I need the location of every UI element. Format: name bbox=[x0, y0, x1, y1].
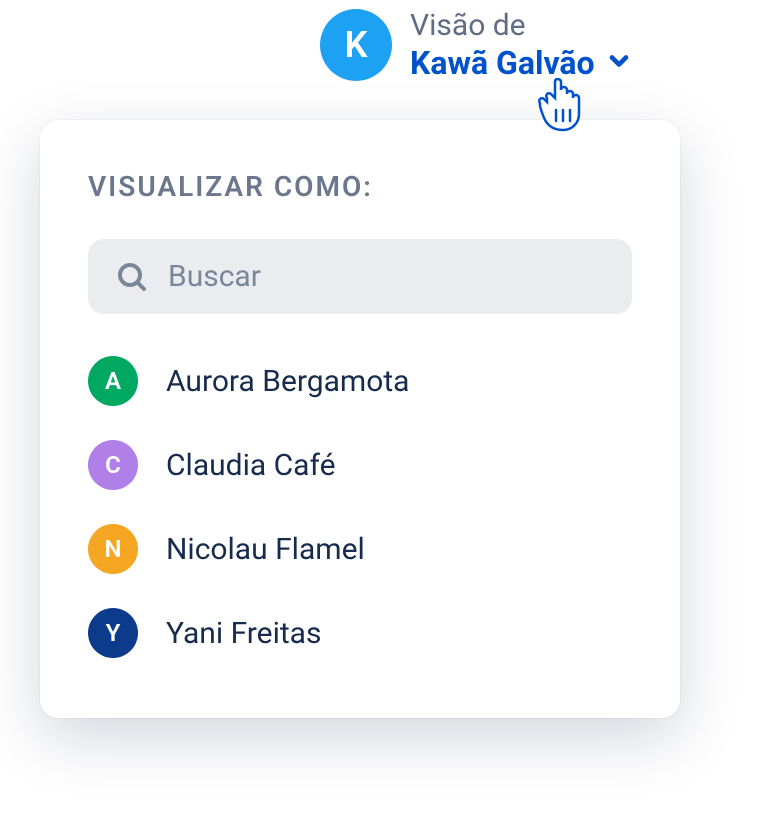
user-name: Aurora Bergamota bbox=[166, 364, 409, 399]
user-item-nicolau[interactable]: N Nicolau Flamel bbox=[88, 524, 632, 574]
header-text-block: Visão de Kawã Galvão bbox=[410, 8, 633, 82]
user-name: Yani Freitas bbox=[166, 616, 321, 651]
user-initial: N bbox=[105, 535, 122, 563]
pointer-cursor-icon bbox=[537, 78, 585, 136]
user-name: Nicolau Flamel bbox=[166, 532, 365, 567]
current-user-avatar: K bbox=[320, 9, 392, 81]
search-icon bbox=[116, 261, 148, 293]
user-avatar: C bbox=[88, 440, 138, 490]
user-switcher-trigger[interactable]: Kawã Galvão bbox=[410, 44, 633, 82]
user-initial: A bbox=[105, 367, 121, 395]
user-name: Claudia Café bbox=[166, 448, 335, 483]
view-as-header: K Visão de Kawã Galvão bbox=[320, 8, 633, 82]
user-initial: C bbox=[105, 451, 121, 479]
header-label: Visão de bbox=[410, 8, 633, 44]
current-user-name: Kawã Galvão bbox=[410, 44, 595, 82]
view-as-dropdown: VISUALIZAR COMO: A Aurora Bergamota C Cl… bbox=[40, 120, 680, 718]
user-item-aurora[interactable]: A Aurora Bergamota bbox=[88, 356, 632, 406]
search-input[interactable] bbox=[168, 259, 604, 294]
user-avatar: Y bbox=[88, 608, 138, 658]
user-item-claudia[interactable]: C Claudia Café bbox=[88, 440, 632, 490]
current-user-initial: K bbox=[345, 24, 368, 66]
search-box[interactable] bbox=[88, 239, 632, 314]
user-initial: Y bbox=[106, 619, 121, 647]
user-list: A Aurora Bergamota C Claudia Café N Nico… bbox=[88, 356, 632, 658]
user-avatar: A bbox=[88, 356, 138, 406]
panel-title: VISUALIZAR COMO: bbox=[88, 170, 632, 203]
chevron-down-icon bbox=[605, 47, 633, 79]
user-item-yani[interactable]: Y Yani Freitas bbox=[88, 608, 632, 658]
user-avatar: N bbox=[88, 524, 138, 574]
